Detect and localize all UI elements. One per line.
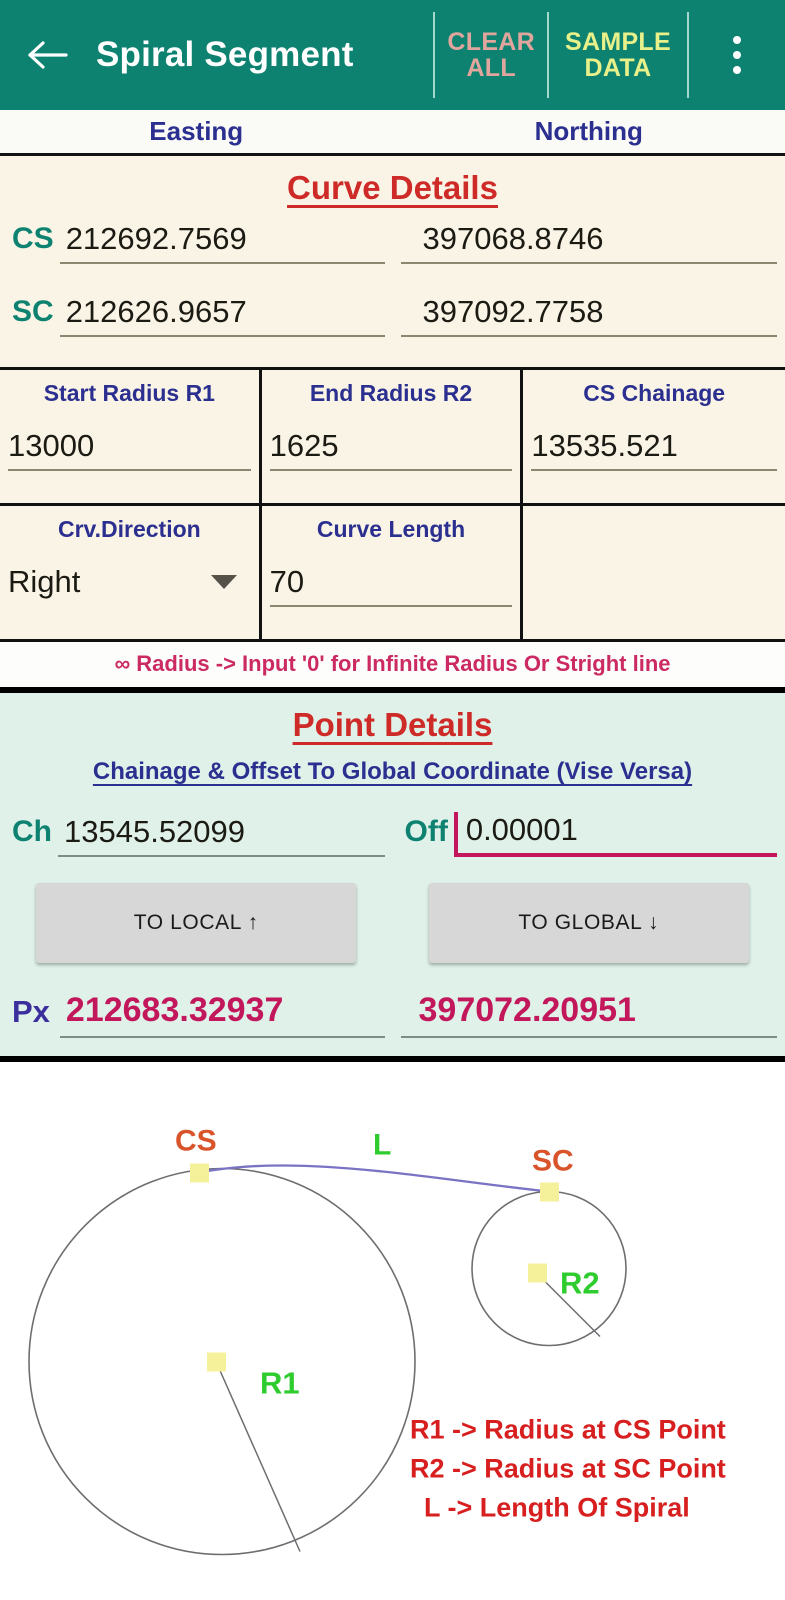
app-root: Spiral Segment CLEAR ALL SAMPLE DATA Eas… — [0, 0, 785, 1600]
spiral-diagram-svg: CS SC L R1 R2 R1 -> Radius at CS Point R… — [28, 1125, 726, 1556]
curve-length-label: Curve Length — [316, 516, 466, 542]
end-radius-label: End Radius R2 — [309, 380, 473, 406]
curve-direction-cell: Crv.Direction Right — [0, 506, 262, 639]
curve-parameters-row-1: Start Radius R1 13000 End Radius R2 1625… — [0, 370, 785, 506]
app-bar: Spiral Segment CLEAR ALL SAMPLE DATA — [0, 0, 785, 110]
r2-diagram-label: R2 — [560, 1266, 600, 1301]
offset-label: Off — [404, 815, 448, 848]
spiral-diagram: CS SC L R1 R2 R1 -> Radius at CS Point R… — [0, 1062, 785, 1600]
overflow-menu-icon — [733, 36, 741, 74]
cs-chainage-label: CS Chainage — [583, 380, 726, 406]
conversion-buttons-row: TO LOCAL ↑ TO GLOBAL ↓ — [0, 857, 785, 963]
spiral-curve — [199, 1164, 550, 1193]
back-button[interactable] — [0, 0, 96, 110]
cs-diagram-label: CS — [175, 1125, 217, 1158]
result-point-row: Px 212683.32937 397072.20951 — [0, 963, 785, 1038]
curve-length-cell: Curve Length 70 — [261, 506, 524, 639]
curve-details-title: Curve Details — [287, 169, 498, 206]
clear-all-button[interactable]: CLEAR ALL — [435, 0, 547, 110]
legend-line-3: L -> Length Of Spiral — [424, 1493, 690, 1523]
infinite-radius-note: ∞ Radius -> Input '0' for Infinite Radiu… — [0, 642, 785, 693]
l-diagram-label: L — [373, 1129, 391, 1162]
easting-header: Easting — [149, 116, 244, 146]
curve-length-input[interactable]: 70 — [269, 564, 513, 607]
curve-direction-dropdown[interactable]: Right — [8, 564, 251, 605]
curve-direction-value: Right — [8, 564, 81, 599]
page-title: Spiral Segment — [96, 35, 354, 74]
cs-chainage-cell: CS Chainage 13535.521 — [523, 370, 785, 503]
sc-point-marker — [540, 1182, 559, 1202]
sc-label: SC — [12, 295, 54, 328]
end-radius-input[interactable]: 1625 — [269, 428, 513, 471]
to-global-button[interactable]: TO GLOBAL ↓ — [428, 883, 749, 963]
chainage-offset-row: Ch 13545.52099 Off 0.00001 — [0, 798, 785, 857]
curve-details-section: Curve Details CS 212692.7569 397068.8746… — [0, 156, 785, 693]
cs-label: CS — [12, 222, 54, 255]
cs-chainage-input[interactable]: 13535.521 — [531, 428, 778, 471]
r1-diagram-label: R1 — [260, 1366, 300, 1401]
point-details-title: Point Details — [292, 706, 493, 743]
r1-center-marker — [207, 1352, 226, 1372]
to-local-button[interactable]: TO LOCAL ↑ — [36, 883, 357, 963]
cs-easting-input[interactable]: 212692.7569 — [59, 221, 385, 264]
legend-line-2: R2 -> Radius at SC Point — [410, 1454, 726, 1484]
start-radius-cell: Start Radius R1 13000 — [0, 370, 262, 503]
sc-diagram-label: SC — [532, 1145, 574, 1178]
clear-all-label-line1: CLEAR — [447, 27, 535, 56]
appbar-divider-2 — [547, 12, 549, 98]
curve-direction-label: Crv.Direction — [57, 516, 201, 542]
curve-parameters-empty-cell — [523, 506, 785, 639]
sc-coordinate-row: SC 212626.9657 397092.7758 — [0, 294, 785, 343]
px-label: Px — [12, 994, 50, 1029]
chainage-label: Ch — [12, 815, 52, 848]
offset-input[interactable]: 0.00001 — [453, 812, 777, 857]
end-radius-cell: End Radius R2 1625 — [261, 370, 524, 503]
point-details-section: Point Details Chainage & Offset To Globa… — [0, 693, 785, 1062]
start-radius-label: Start Radius R1 — [43, 380, 215, 406]
coordinate-column-headers: Easting Northing — [0, 110, 785, 156]
sc-northing-input[interactable]: 397092.7758 — [400, 294, 777, 337]
start-radius-input[interactable]: 13000 — [8, 428, 251, 471]
sample-data-button[interactable]: SAMPLE DATA — [549, 0, 687, 110]
northing-header: Northing — [534, 116, 643, 146]
cs-point-marker — [190, 1163, 209, 1183]
px-easting-value[interactable]: 212683.32937 — [59, 991, 385, 1038]
curve-parameters-grid: Start Radius R1 13000 End Radius R2 1625… — [0, 367, 785, 642]
chevron-down-icon — [210, 575, 237, 589]
r2-center-marker — [528, 1263, 547, 1283]
sample-data-label-line2: DATA — [584, 54, 652, 82]
curve-parameters-row-2: Crv.Direction Right Curve Length 70 — [0, 506, 785, 642]
point-details-subtitle: Chainage & Offset To Global Coordinate (… — [92, 758, 693, 785]
r2-circle — [471, 1190, 627, 1347]
chainage-input[interactable]: 13545.52099 — [58, 814, 385, 857]
overflow-menu-button[interactable] — [689, 0, 785, 110]
cs-coordinate-row: CS 212692.7569 397068.8746 — [0, 221, 785, 270]
arrow-left-icon — [27, 38, 69, 72]
clear-all-label-line2: ALL — [466, 54, 516, 82]
px-northing-value[interactable]: 397072.20951 — [400, 991, 777, 1038]
sc-easting-input[interactable]: 212626.9657 — [59, 294, 385, 337]
appbar-divider-3 — [687, 12, 689, 98]
sample-data-label-line1: SAMPLE — [565, 27, 671, 56]
appbar-divider-1 — [433, 12, 436, 98]
cs-northing-input[interactable]: 397068.8746 — [400, 221, 777, 264]
legend-line-1: R1 -> Radius at CS Point — [410, 1415, 726, 1445]
